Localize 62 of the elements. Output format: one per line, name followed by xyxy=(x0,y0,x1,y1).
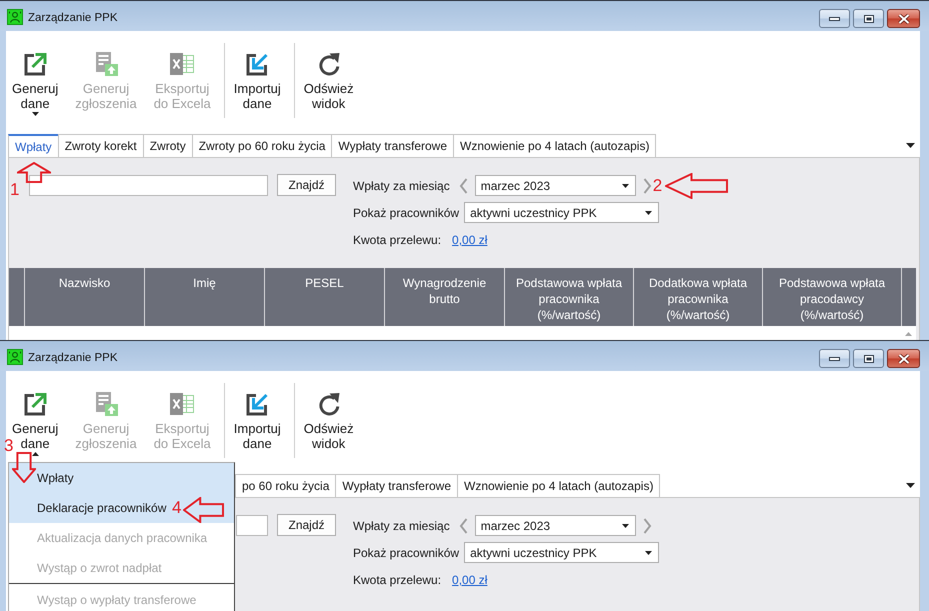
minimize-icon xyxy=(829,356,840,360)
search-field[interactable] xyxy=(29,175,268,196)
close-icon xyxy=(898,354,910,364)
search-field[interactable] xyxy=(236,515,268,536)
employees-dropdown[interactable]: aktywni uczestnicy PPK xyxy=(464,202,660,223)
arrow-icon xyxy=(183,497,224,523)
annotation-number: 2 xyxy=(652,177,662,194)
transfer-amount-link[interactable]: 0,00 zł xyxy=(452,233,488,247)
tab[interactable]: po 60 roku życia xyxy=(235,474,336,497)
window-title: Zarządzanie PPK xyxy=(28,11,118,26)
refresh-button[interactable]: Odśwież widok xyxy=(300,43,358,111)
dropdown-caret-icon xyxy=(622,184,629,188)
import-arrow-icon xyxy=(244,51,270,77)
arrow-icon xyxy=(17,162,51,183)
dropdown-caret-icon xyxy=(622,524,629,528)
annotation-number: 3 xyxy=(4,437,14,454)
dropdown-caret-icon xyxy=(645,550,652,554)
refresh-button[interactable]: Odśwież widok xyxy=(300,383,358,451)
person-icon xyxy=(7,349,23,365)
find-button[interactable]: Znajdź xyxy=(277,514,336,536)
close-button[interactable] xyxy=(887,9,920,28)
annotation-number: 1 xyxy=(10,181,20,198)
maximize-button[interactable] xyxy=(853,349,884,368)
maximize-button[interactable] xyxy=(853,9,884,28)
export-arrow-icon xyxy=(22,391,48,417)
minimize-icon xyxy=(829,16,840,20)
month-dropdown[interactable]: marzec 2023 xyxy=(474,175,636,196)
transfer-amount-label: Kwota przelewu: xyxy=(353,233,442,247)
spreadsheet-icon xyxy=(169,391,196,417)
caret-icon[interactable] xyxy=(906,483,915,488)
employees-dropdown[interactable]: aktywni uczestnicy PPK xyxy=(464,542,660,563)
tab[interactable]: Wznowienie po 4 latach (autozapis) xyxy=(453,134,656,157)
spreadsheet-icon xyxy=(169,51,196,77)
tab[interactable]: Wznowienie po 4 latach (autozapis) xyxy=(457,474,660,497)
month-dropdown[interactable]: marzec 2023 xyxy=(474,515,636,536)
arrow-icon xyxy=(665,172,728,198)
person-icon xyxy=(7,9,23,25)
import-arrow-icon xyxy=(244,391,270,417)
import-data-button[interactable]: Importuj dane xyxy=(230,43,285,111)
import-data-button[interactable]: Importuj dane xyxy=(230,383,285,451)
caret-icon[interactable] xyxy=(906,143,915,148)
employees-label: Pokaż pracowników xyxy=(353,546,460,560)
maximize-icon xyxy=(864,354,874,362)
dropdown-caret-icon xyxy=(645,210,652,214)
minimize-button[interactable] xyxy=(819,9,850,28)
menu-item[interactable]: Wpłaty xyxy=(9,463,234,493)
annotation-number: 4 xyxy=(172,499,182,516)
window-title: Zarządzanie PPK xyxy=(28,351,118,366)
month-label: Wpłaty za miesiąc xyxy=(353,518,450,532)
minimize-button[interactable] xyxy=(819,349,850,368)
employees-label: Pokaż pracowników xyxy=(353,206,460,220)
arrow-icon xyxy=(12,452,36,483)
maximize-icon xyxy=(864,14,874,22)
close-button[interactable] xyxy=(887,349,920,368)
generate-data-button[interactable]: Generuj dane xyxy=(8,43,62,116)
month-label: Wpłaty za miesiąc xyxy=(353,178,450,192)
transfer-amount-label: Kwota przelewu: xyxy=(353,573,442,587)
find-button[interactable]: Znajdź xyxy=(277,174,336,196)
export-arrow-icon xyxy=(22,51,48,77)
close-icon xyxy=(898,14,910,24)
tab[interactable]: Wpłaty xyxy=(8,134,59,157)
transfer-amount-link[interactable]: 0,00 zł xyxy=(452,573,488,587)
